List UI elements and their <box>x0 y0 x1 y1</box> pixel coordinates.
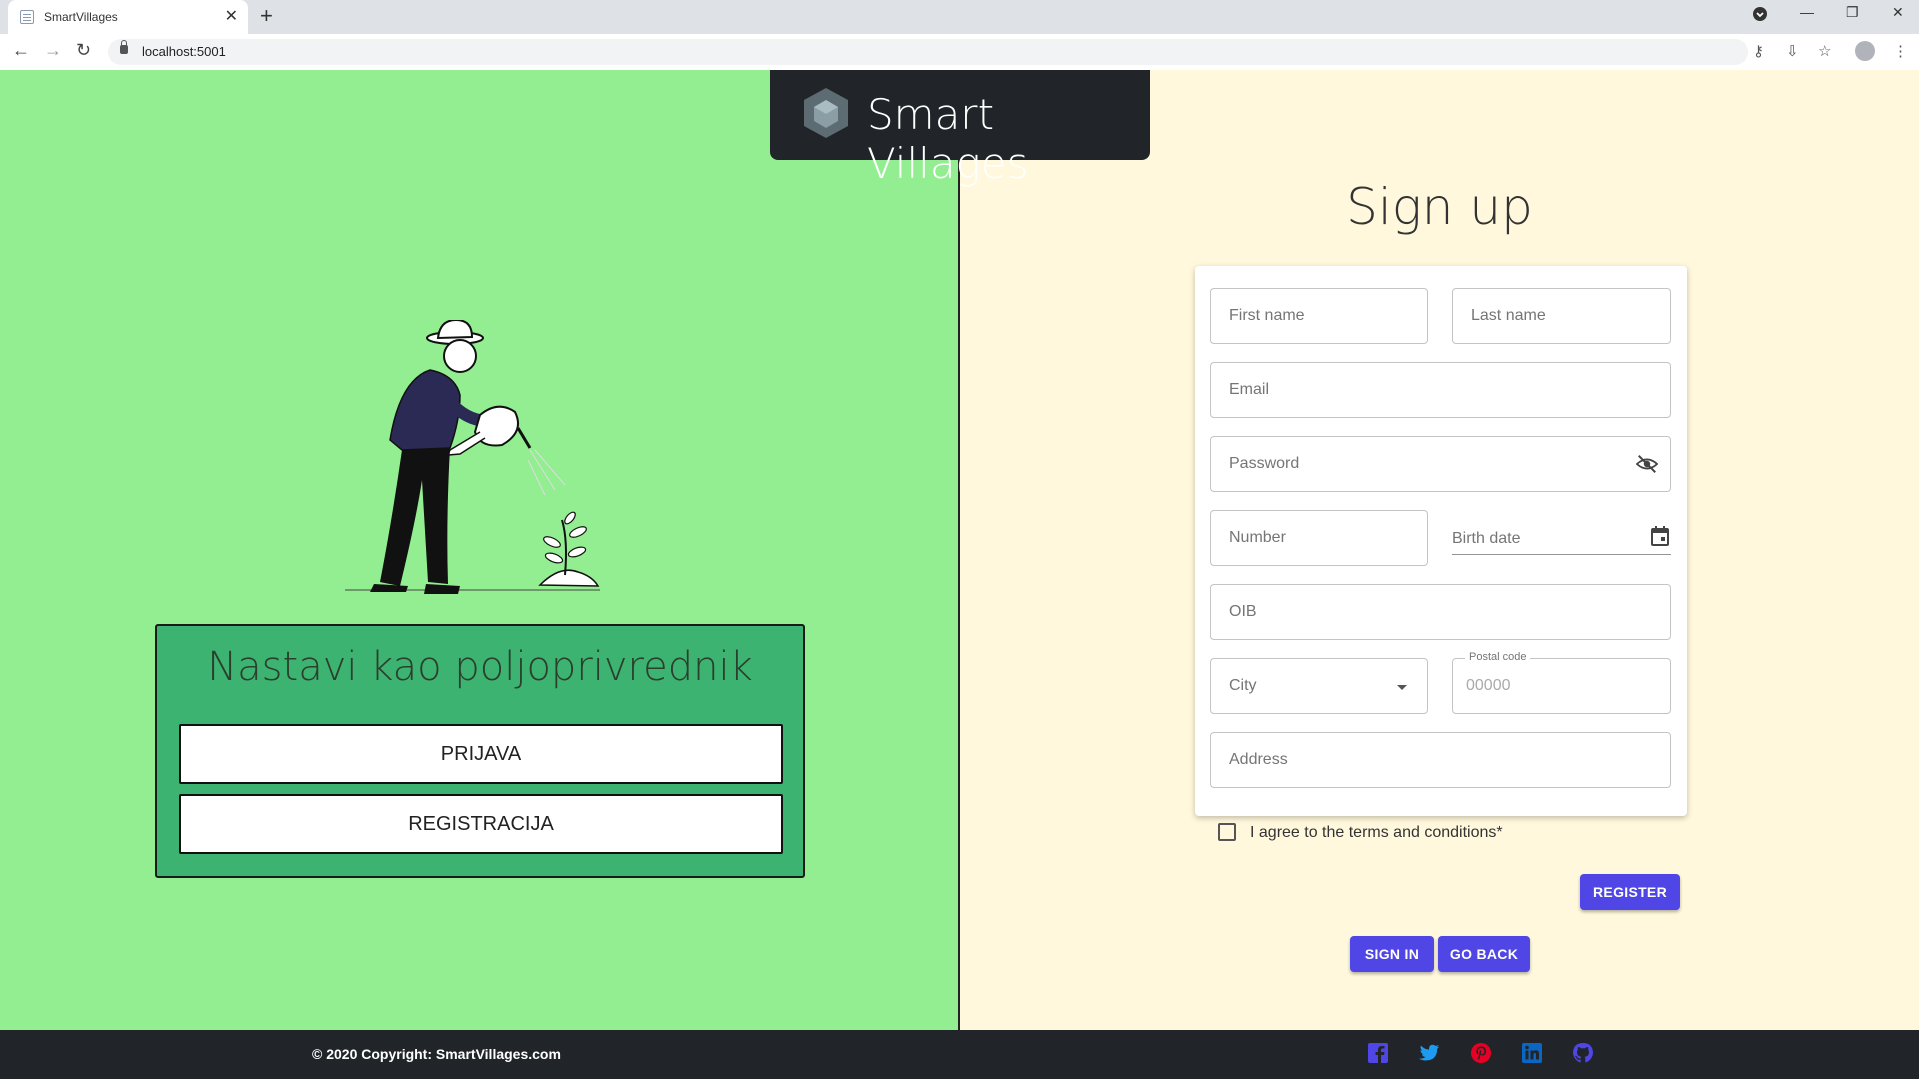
bookmark-star-icon[interactable]: ☆ <box>1818 42 1831 60</box>
password-placeholder: Password <box>1229 455 1300 472</box>
go-back-button[interactable]: GO BACK <box>1438 936 1530 972</box>
page: Nastavi kao poljoprivrednik PRIJAVA REGI… <box>0 70 1919 1079</box>
twitter-icon[interactable] <box>1418 1042 1440 1064</box>
reload-icon[interactable]: ↻ <box>76 40 91 61</box>
city-select[interactable]: City <box>1210 658 1428 714</box>
url-field[interactable]: localhost:5001 <box>108 39 1748 65</box>
farmer-section: Nastavi kao poljoprivrednik PRIJAVA REGI… <box>0 70 960 1030</box>
farmer-panel: Nastavi kao poljoprivrednik PRIJAVA REGI… <box>155 624 805 878</box>
terms-checkbox[interactable] <box>1218 823 1236 841</box>
dropdown-arrow-icon <box>1397 685 1407 690</box>
farmer-register-button[interactable]: REGISTRACIJA <box>179 794 783 854</box>
sign-in-button[interactable]: SIGN IN <box>1350 936 1434 972</box>
profile-avatar[interactable] <box>1855 41 1875 61</box>
oib-placeholder: OIB <box>1229 603 1257 620</box>
menu-kebab-icon[interactable]: ⋮ <box>1893 42 1908 60</box>
tab-search-icon[interactable] <box>1752 6 1768 25</box>
linkedin-icon[interactable] <box>1521 1042 1543 1064</box>
facebook-icon[interactable] <box>1367 1042 1389 1064</box>
last-name-placeholder: Last name <box>1471 307 1546 324</box>
copyright-text: © 2020 Copyright: SmartVillages.com <box>312 1046 561 1062</box>
oib-field[interactable]: OIB <box>1210 584 1671 640</box>
close-tab-icon[interactable]: ✕ <box>225 6 238 26</box>
city-placeholder: City <box>1229 677 1257 694</box>
first-name-field[interactable]: First name <box>1210 288 1428 344</box>
signup-section: Sign up First name Last name Email Passw… <box>960 70 1919 1030</box>
number-placeholder: Number <box>1229 529 1286 546</box>
visibility-off-icon[interactable] <box>1635 453 1659 480</box>
address-field[interactable]: Address <box>1210 732 1671 788</box>
footer: © 2020 Copyright: SmartVillages.com <box>0 1030 1919 1079</box>
postal-code-label: Postal code <box>1465 651 1531 663</box>
last-name-field[interactable]: Last name <box>1452 288 1671 344</box>
number-field[interactable]: Number <box>1210 510 1428 566</box>
restore-icon[interactable]: ❐ <box>1846 4 1859 21</box>
page-favicon-icon <box>20 10 34 24</box>
browser-tab-bar: SmartVillages ✕ + — ❐ ✕ <box>0 0 1919 34</box>
terms-label: I agree to the terms and conditions* <box>1250 824 1503 841</box>
address-bar: ← → ↻ localhost:5001 ⚷ ⇩ ☆ ⋮ <box>0 34 1919 71</box>
install-icon[interactable]: ⇩ <box>1786 42 1799 60</box>
close-window-icon[interactable]: ✕ <box>1892 4 1904 21</box>
url-text: localhost:5001 <box>142 44 226 59</box>
pinterest-icon[interactable] <box>1470 1042 1492 1064</box>
back-icon[interactable]: ← <box>12 40 30 61</box>
new-tab-icon[interactable]: + <box>260 3 273 29</box>
forward-icon[interactable]: → <box>44 40 62 61</box>
brand-logo-icon <box>804 88 848 138</box>
brand-name: Smart Villages <box>867 90 1029 188</box>
calendar-icon[interactable] <box>1651 526 1669 551</box>
postal-code-field[interactable]: Postal code 00000 <box>1452 651 1671 714</box>
birth-date-placeholder: Birth date <box>1452 530 1521 547</box>
farmer-illustration <box>345 320 600 594</box>
farmer-panel-title: Nastavi kao poljoprivrednik <box>207 644 753 690</box>
first-name-placeholder: First name <box>1229 307 1305 324</box>
signup-card: First name Last name Email Password Numb… <box>1195 266 1687 910</box>
brand-header: Smart Villages <box>770 70 1150 188</box>
browser-tab[interactable]: SmartVillages ✕ <box>8 0 248 34</box>
password-field[interactable]: Password <box>1210 436 1671 492</box>
farmer-login-button[interactable]: PRIJAVA <box>179 724 783 784</box>
key-icon[interactable]: ⚷ <box>1753 42 1764 60</box>
register-button[interactable]: REGISTER <box>1580 874 1680 910</box>
birth-date-field[interactable]: Birth date <box>1452 506 1671 555</box>
email-placeholder: Email <box>1229 381 1270 398</box>
lock-icon <box>120 40 128 54</box>
github-icon[interactable] <box>1572 1042 1594 1064</box>
minimize-icon[interactable]: — <box>1800 4 1814 20</box>
email-field[interactable]: Email <box>1210 362 1671 418</box>
postal-code-placeholder: 00000 <box>1466 677 1511 694</box>
tab-title: SmartVillages <box>44 10 118 24</box>
address-placeholder: Address <box>1229 751 1288 768</box>
